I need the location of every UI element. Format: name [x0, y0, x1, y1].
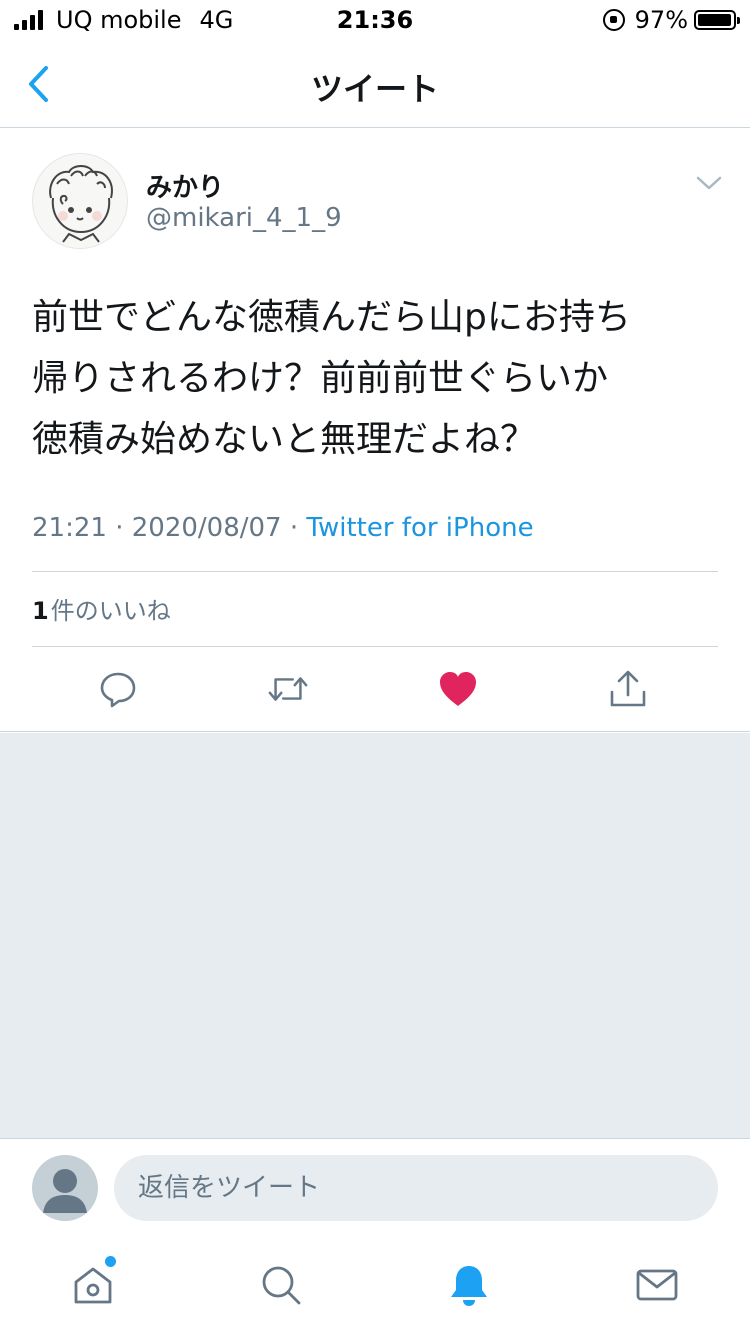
home-icon — [74, 1267, 112, 1304]
avatar-illustration — [33, 154, 127, 248]
mail-icon — [636, 1269, 678, 1301]
tweet-text: 前世でどんな徳積んだら山pにお持ち 帰りされるわけ？前前前世ぐらいか 徳積み始め… — [32, 287, 722, 470]
bell-icon — [451, 1266, 487, 1306]
replies-area — [0, 733, 750, 1138]
author-name[interactable]: みかり — [146, 167, 224, 204]
reply-icon — [100, 672, 136, 708]
tab-bar — [0, 1236, 750, 1334]
search-icon — [262, 1266, 301, 1305]
heart-icon — [440, 672, 476, 706]
tab-messages[interactable] — [632, 1260, 682, 1310]
tweet-source-link[interactable]: Twitter for iPhone — [306, 513, 533, 543]
likes-count: 1 — [32, 597, 49, 625]
tweet-detail: みかり @mikari_4_1_9 前世でどんな徳積んだら山pにお持ち 帰りされ… — [0, 129, 750, 732]
reply-button[interactable] — [96, 667, 140, 711]
tab-notifications[interactable] — [444, 1260, 494, 1310]
author-handle[interactable]: @mikari_4_1_9 — [146, 203, 342, 233]
likes-summary[interactable]: 1件のいいね — [32, 591, 171, 626]
tweet-text-line: 帰りされるわけ？前前前世ぐらいか — [32, 358, 609, 399]
likes-label: 件のいいね — [50, 597, 171, 625]
tweet-date: 2020/08/07 — [131, 513, 282, 543]
reply-input[interactable] — [114, 1155, 718, 1221]
chevron-down-icon — [696, 176, 722, 190]
nav-bar: ツイート — [0, 40, 750, 128]
status-right: 97% — [602, 6, 740, 34]
meta-separator: · — [281, 513, 307, 543]
retweet-button[interactable] — [266, 667, 310, 711]
status-bar: UQ mobile 4G 21:36 97% — [0, 0, 750, 40]
tweet-text-line: 徳積み始めないと無理だよね？ — [32, 419, 537, 460]
avatar[interactable] — [32, 153, 128, 249]
battery-percent: 97% — [634, 6, 688, 34]
avatar — [32, 1155, 98, 1221]
page-title: ツイート — [310, 70, 439, 108]
tweet-time: 21:21 — [32, 513, 107, 543]
meta-separator: · — [106, 513, 132, 543]
default-avatar-icon — [43, 1169, 87, 1213]
divider — [32, 646, 718, 647]
tweet-meta: 21:21 · 2020/08/07 · Twitter for iPhone — [32, 513, 534, 543]
tab-home[interactable] — [68, 1256, 118, 1310]
reply-bar — [0, 1138, 750, 1236]
rotation-lock-icon — [602, 9, 625, 31]
divider — [32, 571, 718, 572]
tab-search[interactable] — [256, 1260, 306, 1310]
tweet-text-line: 前世でどんな徳積んだら山pにお持ち — [32, 297, 631, 338]
retweet-icon — [268, 677, 308, 701]
share-button[interactable] — [606, 667, 650, 711]
share-icon — [610, 670, 646, 707]
battery-icon — [694, 10, 740, 30]
notification-dot — [105, 1256, 116, 1267]
more-options-button[interactable] — [696, 173, 722, 193]
like-button[interactable] — [436, 667, 480, 711]
